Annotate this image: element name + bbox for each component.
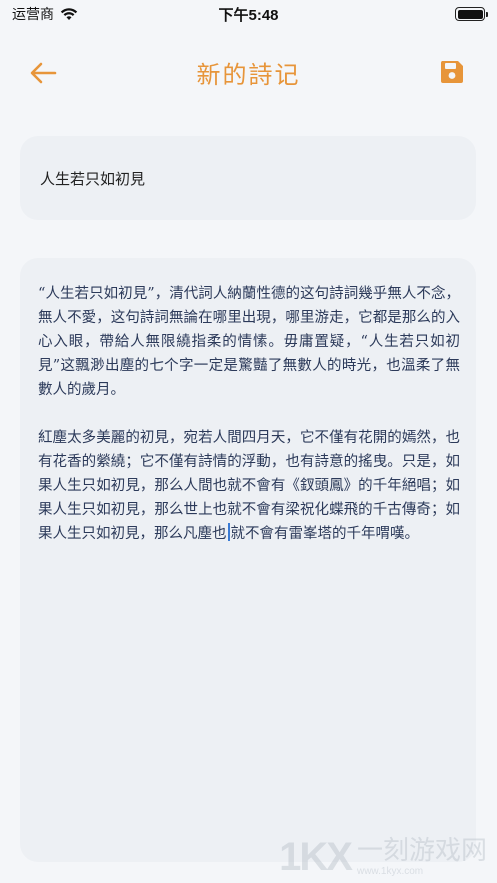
nav-bar: 新的詩记 <box>0 44 497 100</box>
paragraph-2-text: 紅塵太多美麗的初見，宛若人間四月天，它不僅有花開的嫣然，也有花香的縈繞；它不僅有… <box>38 430 460 542</box>
back-button[interactable] <box>28 58 58 88</box>
status-bar: 运营商 下午5:48 <box>0 0 497 28</box>
save-button[interactable] <box>437 57 467 87</box>
content-editor[interactable]: “人生若只如初見”，清代詞人納蘭性德的这句詩詞幾乎無人不念，無人不愛，这句詩詞無… <box>20 258 476 862</box>
status-left: 运营商 <box>12 4 78 24</box>
paragraph-1: “人生若只如初見”，清代詞人納蘭性德的这句詩詞幾乎無人不念，無人不愛，这句詩詞無… <box>38 286 460 398</box>
floppy-disk-icon <box>440 61 463 83</box>
page-title: 新的詩记 <box>196 60 301 89</box>
watermark-logo: 1KX <box>279 835 353 879</box>
text-cursor <box>227 523 230 541</box>
title-card[interactable]: 人生若只如初見 <box>20 136 476 220</box>
watermark-url: www.1kyx.com <box>356 865 424 877</box>
carrier-label: 运营商 <box>12 6 54 22</box>
paragraph-2: 紅塵太多美麗的初見，宛若人間四月天，它不僅有花開的嫣然，也有花香的縈繞；它不僅有… <box>38 426 460 546</box>
battery-icon <box>455 7 488 21</box>
battery-level <box>457 9 483 19</box>
title-input[interactable]: 人生若只如初見 <box>40 168 145 189</box>
text-after-cursor: 就不會有雷峯塔的千年喟嘆。 <box>230 526 420 542</box>
arrow-left-icon <box>30 62 57 84</box>
watermark-text: 一刻游戏网 <box>356 836 487 867</box>
watermark-text-block: 一刻游戏网 www.1kyx.com <box>357 837 487 877</box>
watermark: 1KX 一刻游戏网 www.1kyx.com <box>279 837 487 877</box>
wifi-icon <box>60 8 78 20</box>
